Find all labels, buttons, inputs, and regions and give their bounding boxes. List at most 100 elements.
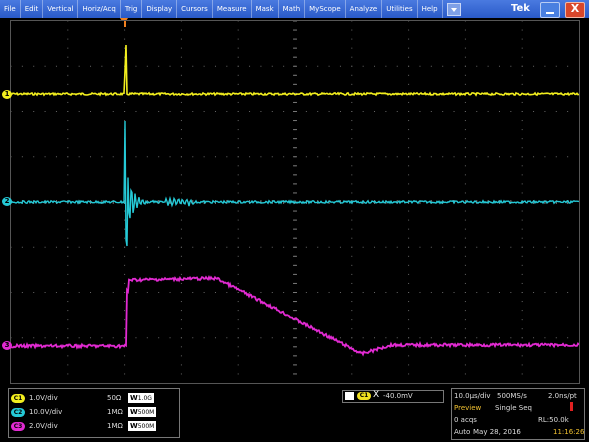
grid-dot [124,228,126,230]
grid-dot [67,373,69,375]
minimize-button[interactable] [540,2,560,18]
grid-dot [453,337,455,339]
grid-dot [464,337,466,339]
menu-edit[interactable]: Edit [21,0,44,18]
grid-dot [124,292,126,293]
ch2-badge: C2 [11,408,25,417]
grid-dot [385,111,387,112]
grid-dot [146,156,148,158]
grid-dot [192,292,194,293]
grid-dot [351,56,353,58]
acquisition-readout[interactable]: 10.0µs/div 500MS/s 2.0ns/pt Preview Sing… [451,388,585,440]
grid-dot [124,120,126,122]
grid-dot [464,65,466,67]
grid-dot [362,292,364,293]
grid-dot [112,65,114,67]
grid-dot [351,192,353,194]
grid-dot [521,219,523,221]
menu-dropdown-icon[interactable] [446,2,461,16]
ch2-bandwidth-badge: W500M [128,407,157,417]
ch1-readout[interactable]: C1 1.0V/div 50Ω W1.0G [11,393,177,405]
grid-dot [237,373,239,375]
grid-dot [351,29,353,31]
grid-dot [408,364,410,366]
grid-dot [112,292,114,293]
grid-dot [464,174,466,176]
bandwidth-icon: W [130,408,138,416]
grid-dot [146,65,148,67]
grid-dot [283,65,285,67]
grid-dot [453,65,455,67]
grid-dot [544,337,546,339]
menu-file[interactable]: File [0,0,21,18]
menu-display[interactable]: Display [142,0,178,18]
grid-dot [237,282,239,284]
grid-dot [203,111,205,112]
menu-trig[interactable]: Trig [121,0,143,18]
grid-dot [124,319,126,321]
menu-measure[interactable]: Measure [213,0,252,18]
grid-dot [124,237,126,239]
grid-dot [44,111,46,112]
grid-dot [78,156,80,158]
grid-dot [408,373,410,375]
grid-dot [351,282,353,284]
grid-dot [317,65,319,67]
grid-dot [21,337,23,339]
grid-dot [408,83,410,85]
trigger-readout[interactable]: C1 Ⅹ -40.0mV [342,390,444,403]
grid-dot [124,111,126,112]
grid-dot [487,156,489,158]
grid-dot [408,147,410,149]
menu-horiz-acq[interactable]: Horiz/Acq [78,0,121,18]
channel-readouts[interactable]: C1 1.0V/div 50Ω W1.0G C2 10.0V/div 1MΩ W… [8,388,180,438]
grid-dot [464,183,466,185]
grid-dot [67,165,69,167]
ch2-ground-marker[interactable]: 2 [2,197,12,206]
grid-dot [408,165,410,167]
ch1-ground-marker[interactable]: 1 [2,90,12,99]
grid-dot [180,83,182,85]
menu-analyze[interactable]: Analyze [346,0,383,18]
menu-utilities[interactable]: Utilities [382,0,418,18]
grid-dot [521,237,523,239]
grid-dot [237,228,239,230]
ch3-ground-marker[interactable]: 3 [2,341,12,350]
grid-dot [55,292,57,293]
menu-cursors[interactable]: Cursors [177,0,213,18]
grid-dot [510,111,512,112]
grid-dot [408,301,410,303]
grid-dot [442,65,444,67]
grid-dot [498,65,500,67]
ch3-readout[interactable]: C3 2.0V/div 1MΩ W500M [11,421,177,433]
menu-vertical[interactable]: Vertical [43,0,79,18]
acquisition-count: 0 acqs [454,416,477,424]
grid-dot [44,246,46,248]
grid-dot [521,83,523,85]
grid-dot [351,21,353,22]
grid-dot [67,56,69,58]
menu-myscope[interactable]: MyScope [305,0,346,18]
waveform-display[interactable] [10,20,580,384]
grid-dot [237,83,239,85]
ch3-scale: 2.0V/div [29,422,58,430]
grid-dot [180,174,182,176]
menu-mask[interactable]: Mask [252,0,279,18]
grid-dot [158,246,160,248]
grid-dot [249,65,251,67]
grid-dot [180,292,182,293]
grid-dot [555,65,557,67]
grid-dot [567,65,569,67]
grid-dot [362,337,364,339]
grid-dot [283,292,285,293]
grid-dot [135,65,137,67]
menu-help[interactable]: Help [418,0,443,18]
grid-dot [101,65,103,67]
grid-dot [464,138,466,140]
grid-dot [453,292,455,293]
grid-dot [464,237,466,239]
grid-dot [521,310,523,312]
close-button[interactable]: X [565,2,585,18]
menu-math[interactable]: Math [279,0,306,18]
ch2-readout[interactable]: C2 10.0V/div 1MΩ W500M [11,407,177,419]
